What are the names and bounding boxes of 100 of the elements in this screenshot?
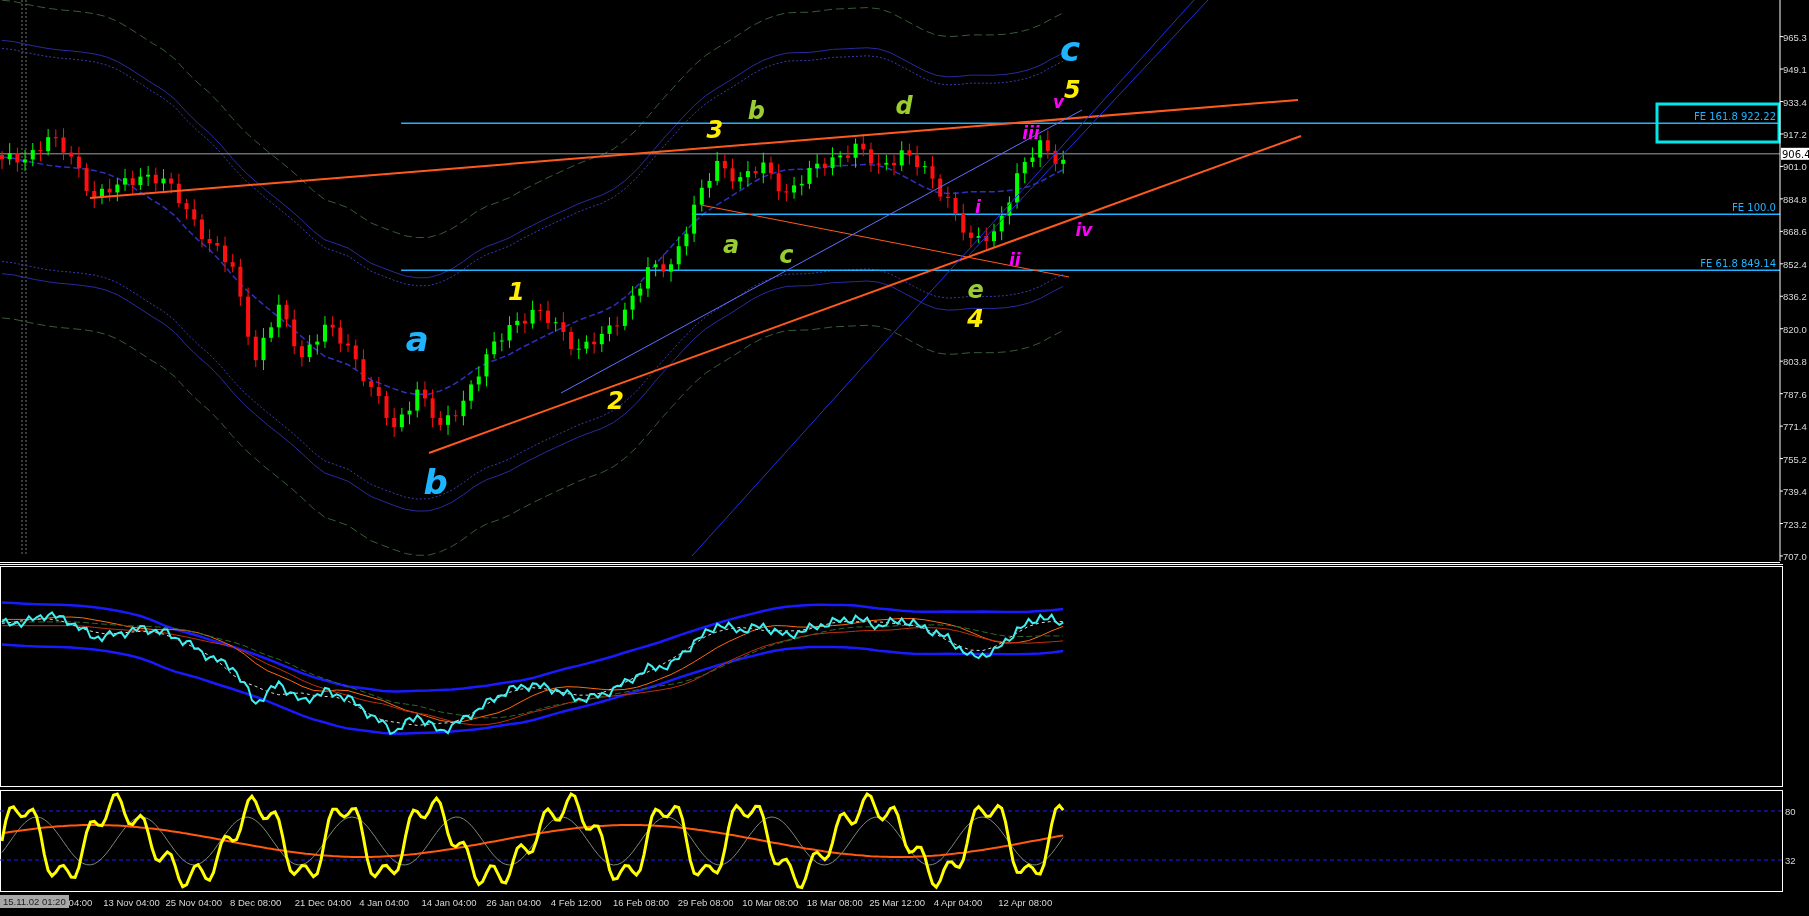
- candle: [915, 145, 920, 176]
- candle: [661, 253, 666, 278]
- level-label: 32: [1785, 855, 1796, 866]
- candle: [538, 303, 543, 322]
- wave-label: b: [747, 97, 765, 125]
- candle: [515, 311, 520, 334]
- candle: [599, 325, 604, 353]
- candle: [107, 178, 112, 202]
- candle: [184, 198, 189, 220]
- candle: [261, 327, 266, 371]
- price-axis-label: 803.8: [1783, 356, 1807, 368]
- candle: [968, 224, 973, 248]
- candle: [246, 287, 251, 346]
- wave-label: b: [423, 461, 448, 502]
- candle: [1038, 134, 1043, 168]
- time-axis-label: 04:00: [68, 897, 93, 908]
- candle: [1053, 143, 1058, 172]
- wave-label: iii: [1022, 123, 1040, 144]
- candle: [807, 160, 812, 190]
- wave-label: ii: [1008, 250, 1021, 271]
- candle: [1015, 162, 1020, 210]
- time-axis-label: 13 Nov 04:00: [103, 897, 160, 908]
- time-axis-label: 8 Dec 08:00: [230, 897, 282, 908]
- candle: [30, 142, 35, 167]
- candle: [138, 167, 143, 191]
- candle: [830, 146, 835, 176]
- price-axis-label: 917.2: [1783, 128, 1807, 140]
- candle: [146, 165, 151, 187]
- time-axis-label: 18 Mar 08:00: [806, 897, 863, 908]
- candle: [192, 198, 197, 227]
- candle: [884, 154, 889, 171]
- candle: [976, 226, 981, 244]
- candle: [1061, 150, 1066, 175]
- candle: [738, 171, 743, 190]
- candle: [938, 173, 943, 202]
- candle: [692, 195, 697, 243]
- price-axis-label: 723.2: [1783, 518, 1807, 530]
- candle: [153, 167, 158, 192]
- wave-label: 3: [706, 115, 724, 144]
- candle: [199, 213, 204, 248]
- price-axis-label: 933.4: [1783, 96, 1807, 108]
- candle: [630, 285, 635, 321]
- time-axis-label: 4 Feb 12:00: [550, 897, 602, 908]
- candle: [569, 326, 574, 356]
- price-axis-label: 771.4: [1783, 421, 1807, 433]
- candle: [607, 316, 612, 342]
- candle: [92, 180, 97, 209]
- candle: [446, 405, 450, 436]
- candle: [407, 401, 412, 425]
- candle: [207, 228, 212, 253]
- candle: [476, 366, 481, 392]
- candle: [499, 332, 504, 352]
- wave-label: v: [1053, 92, 1065, 113]
- time-axis-label: 29 Feb 08:00: [677, 897, 734, 908]
- candle: [315, 333, 320, 356]
- candle: [984, 227, 989, 252]
- candle: [161, 168, 166, 192]
- candle: [399, 407, 404, 433]
- candle: [753, 166, 758, 179]
- candle: [115, 177, 120, 202]
- candle: [769, 155, 773, 180]
- candle: [461, 390, 466, 426]
- candle: [761, 152, 766, 184]
- candle: [130, 170, 135, 196]
- candle: [815, 153, 820, 179]
- candle: [722, 154, 727, 179]
- candle: [338, 319, 343, 353]
- candle: [299, 339, 304, 368]
- candle: [784, 183, 789, 202]
- candle: [930, 155, 935, 190]
- wave-label: 1: [508, 278, 525, 307]
- candle: [669, 258, 674, 283]
- candle: [284, 299, 289, 328]
- candle: [615, 316, 620, 337]
- candle: [715, 151, 720, 186]
- candle: [1030, 146, 1035, 168]
- level-label: 80: [1785, 806, 1796, 817]
- candle: [853, 137, 858, 169]
- wave-label: 5: [1064, 76, 1081, 105]
- price-axis-label: 755.2: [1783, 453, 1807, 465]
- candle: [484, 348, 489, 387]
- candle: [945, 186, 950, 209]
- time-axis-label: 21 Dec 04:00: [294, 897, 352, 908]
- candle: [361, 348, 366, 387]
- candle: [992, 223, 996, 248]
- wave-label: e: [967, 275, 984, 304]
- candle: [15, 147, 20, 173]
- candle: [507, 315, 512, 349]
- candle: [822, 157, 827, 177]
- candle: [684, 226, 689, 256]
- candle: [792, 176, 797, 200]
- wave-label: 4: [967, 305, 984, 334]
- wave-label: 2: [607, 386, 624, 415]
- candle: [892, 154, 897, 176]
- candle: [1045, 129, 1050, 160]
- candle: [76, 146, 81, 179]
- candle: [707, 172, 712, 199]
- time-axis-label: 10 Mar 08:00: [742, 897, 799, 908]
- candle: [861, 133, 866, 157]
- candle: [553, 316, 558, 333]
